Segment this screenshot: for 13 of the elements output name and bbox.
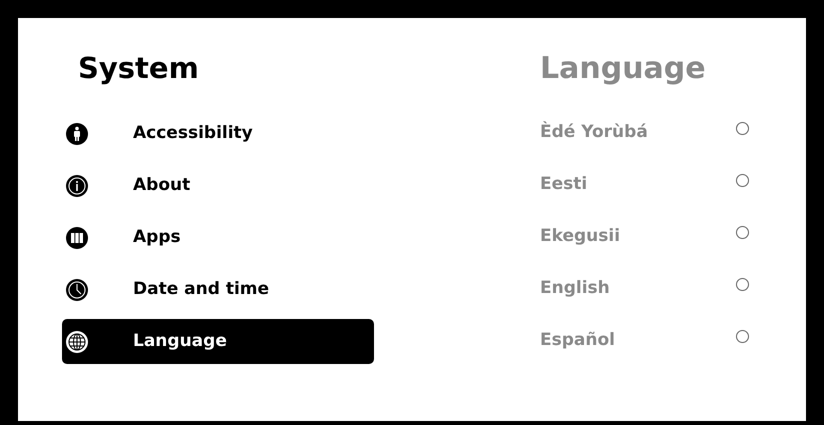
info-icon: [66, 174, 88, 196]
globe-icon: [66, 330, 88, 352]
radio-button[interactable]: [736, 330, 749, 343]
radio-button[interactable]: [736, 278, 749, 291]
panel-title: Language: [540, 54, 707, 84]
radio-button[interactable]: [736, 226, 749, 239]
radio-button[interactable]: [736, 174, 749, 187]
menu-item[interactable]: Language: [62, 319, 374, 364]
apps-icon: [66, 226, 88, 248]
radio-button[interactable]: [736, 122, 749, 135]
person-icon: [66, 122, 88, 144]
clock-icon: [66, 278, 88, 300]
section-title: System: [78, 54, 200, 83]
